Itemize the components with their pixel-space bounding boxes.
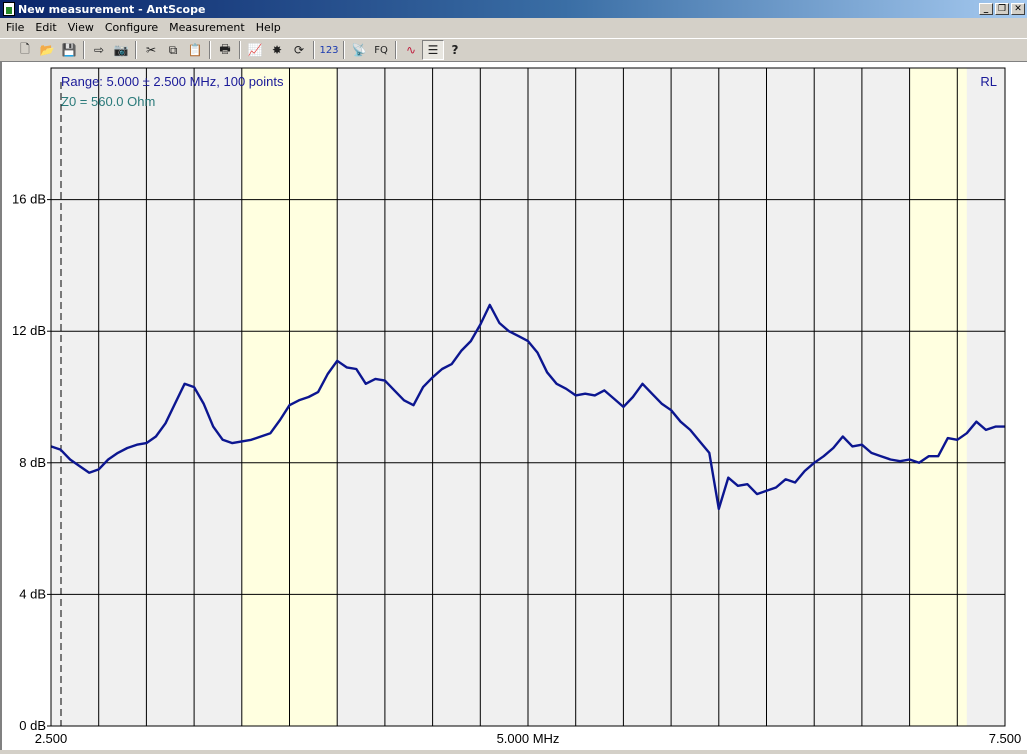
legend-icon[interactable]: ☰ — [422, 40, 444, 60]
toolbar: 🗋 📂 💾 ⇨ 📷 ✂ ⧉ 📋 🖶 📈 ✸ ⟳ 123 📡 FQ ∿ ☰ ? — [0, 38, 1027, 62]
cut-icon[interactable]: ✂ — [140, 40, 162, 60]
menu-configure[interactable]: Configure — [99, 21, 163, 34]
menu-file[interactable]: File — [0, 21, 29, 34]
toolbar-separator — [395, 41, 397, 59]
fq-icon[interactable]: FQ — [370, 40, 392, 60]
window-title: New measurement - AntScope — [18, 2, 206, 16]
restore-button[interactable]: ❐ — [995, 3, 1009, 15]
export-icon[interactable]: ⇨ — [88, 40, 110, 60]
paste-icon[interactable]: 📋 — [184, 40, 206, 60]
new-icon[interactable]: 🗋 — [14, 40, 36, 60]
y-tick-label: 8 dB — [19, 455, 46, 470]
x-tick-label: 7.500 — [989, 731, 1022, 746]
chart-icon[interactable]: 📈 — [244, 40, 266, 60]
toolbar-separator — [313, 41, 315, 59]
menu-edit[interactable]: Edit — [29, 21, 61, 34]
rl-chart[interactable]: 0 dB4 dB8 dB12 dB16 dB 2.500 5.000 MHz 7.5… — [2, 62, 1027, 750]
x-tick-label: 5.000 MHz — [497, 731, 560, 746]
toolbar-separator — [83, 41, 85, 59]
app-icon[interactable] — [3, 2, 15, 16]
menu-bar: File Edit View Configure Measurement Hel… — [0, 18, 1027, 37]
burst-icon[interactable]: ✸ — [266, 40, 288, 60]
antenna-icon[interactable]: 📡 — [348, 40, 370, 60]
numbers-icon[interactable]: 123 — [318, 40, 340, 60]
band-highlight — [909, 68, 967, 726]
menu-view[interactable]: View — [62, 21, 99, 34]
print-icon[interactable]: 🖶 — [214, 40, 236, 60]
close-button[interactable]: ✕ — [1011, 3, 1025, 15]
camera-icon[interactable]: 📷 — [110, 40, 132, 60]
z0-info: Z0 = 560.0 Ohm — [61, 94, 155, 109]
toolbar-separator — [135, 41, 137, 59]
title-bar[interactable]: New measurement - AntScope _ ❐ ✕ — [0, 0, 1027, 18]
y-tick-label: 4 dB — [19, 586, 46, 601]
help-icon[interactable]: ? — [444, 40, 466, 60]
menu-measurement[interactable]: Measurement — [163, 21, 250, 34]
refresh-icon[interactable]: ⟳ — [288, 40, 310, 60]
x-tick-label: 2.500 — [35, 731, 68, 746]
save-icon[interactable]: 💾 — [58, 40, 80, 60]
range-info: Range: 5.000 ± 2.500 MHz, 100 points — [61, 74, 284, 89]
toolbar-separator — [209, 41, 211, 59]
open-icon[interactable]: 📂 — [36, 40, 58, 60]
toolbar-separator — [343, 41, 345, 59]
y-tick-label: 16 dB — [12, 192, 46, 207]
toolbar-separator — [239, 41, 241, 59]
chart-area[interactable]: 0 dB 4 dB 8 dB 12 dB 16 dB 2.500 5.000 MHz 7.5… — [0, 62, 1027, 750]
menu-help[interactable]: Help — [250, 21, 286, 34]
copy-icon[interactable]: ⧉ — [162, 40, 184, 60]
y-tick-label: 12 dB — [12, 323, 46, 338]
minimize-button[interactable]: _ — [979, 3, 993, 15]
wave-icon[interactable]: ∿ — [400, 40, 422, 60]
trace-label: RL — [980, 74, 997, 89]
